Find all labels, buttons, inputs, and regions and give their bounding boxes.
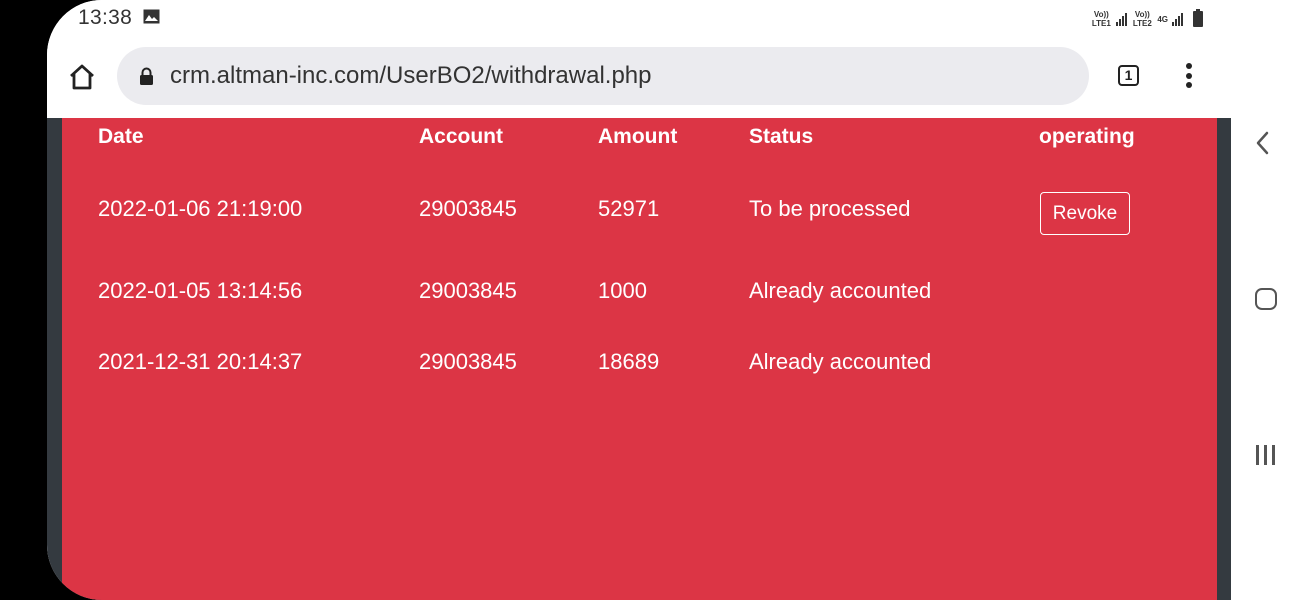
back-icon[interactable] bbox=[1253, 131, 1273, 155]
image-icon bbox=[143, 9, 160, 24]
more-vert-icon[interactable] bbox=[1183, 63, 1195, 91]
cell-date: 2021-12-31 20:14:37 bbox=[98, 349, 303, 374]
signal-icon bbox=[1116, 12, 1128, 26]
header-amount: Amount bbox=[598, 125, 678, 148]
lock-icon bbox=[140, 67, 153, 85]
withdrawal-table: Date Account Amount Status operating 202… bbox=[62, 118, 1217, 600]
tab-switcher-icon[interactable]: 1 bbox=[1118, 65, 1139, 86]
recent-apps-icon[interactable] bbox=[1254, 445, 1278, 467]
cell-amount: 1000 bbox=[598, 278, 647, 303]
home-icon[interactable] bbox=[67, 62, 97, 92]
cell-date: 2022-01-05 13:14:56 bbox=[98, 278, 303, 303]
network-type-label: 4G bbox=[1157, 14, 1168, 24]
system-icons: Vo)) LTE1 Vo)) LTE2 4G bbox=[1090, 8, 1203, 30]
cell-amount: 18689 bbox=[598, 349, 660, 374]
sim1-label: Vo)) LTE1 bbox=[1091, 10, 1111, 28]
phone-screen: 13:38 Vo)) LTE1 Vo)) LTE2 4G crm.altman-… bbox=[47, 0, 1231, 600]
address-bar[interactable]: crm.altman-inc.com/UserBO2/withdrawal.ph… bbox=[117, 47, 1089, 105]
cell-account: 29003845 bbox=[419, 349, 517, 374]
header-account: Account bbox=[419, 125, 503, 148]
system-nav-bar bbox=[1231, 0, 1300, 600]
cell-status: Already accounted bbox=[749, 278, 932, 303]
signal-icon bbox=[1172, 12, 1183, 26]
cell-account: 29003845 bbox=[419, 278, 517, 303]
cell-status: To be processed bbox=[749, 196, 911, 221]
header-date: Date bbox=[98, 125, 144, 148]
status-bar: 13:38 Vo)) LTE1 Vo)) LTE2 4G bbox=[47, 0, 1231, 38]
revoke-button[interactable]: Revoke bbox=[1040, 192, 1130, 235]
cell-date: 2022-01-06 21:19:00 bbox=[98, 196, 303, 221]
header-operating: operating bbox=[1039, 125, 1135, 148]
battery-icon bbox=[1193, 9, 1203, 27]
home-nav-icon[interactable] bbox=[1255, 288, 1277, 310]
cell-status: Already accounted bbox=[749, 349, 932, 374]
url-text: crm.altman-inc.com/UserBO2/withdrawal.ph… bbox=[170, 62, 652, 89]
header-status: Status bbox=[749, 125, 814, 148]
status-time: 13:38 bbox=[78, 6, 133, 29]
sim2-label: Vo)) LTE2 bbox=[1132, 10, 1152, 28]
browser-toolbar: crm.altman-inc.com/UserBO2/withdrawal.ph… bbox=[47, 38, 1231, 118]
cell-amount: 52971 bbox=[598, 196, 660, 221]
page-content: Date Account Amount Status operating 202… bbox=[47, 118, 1231, 600]
cell-account: 29003845 bbox=[419, 196, 517, 221]
